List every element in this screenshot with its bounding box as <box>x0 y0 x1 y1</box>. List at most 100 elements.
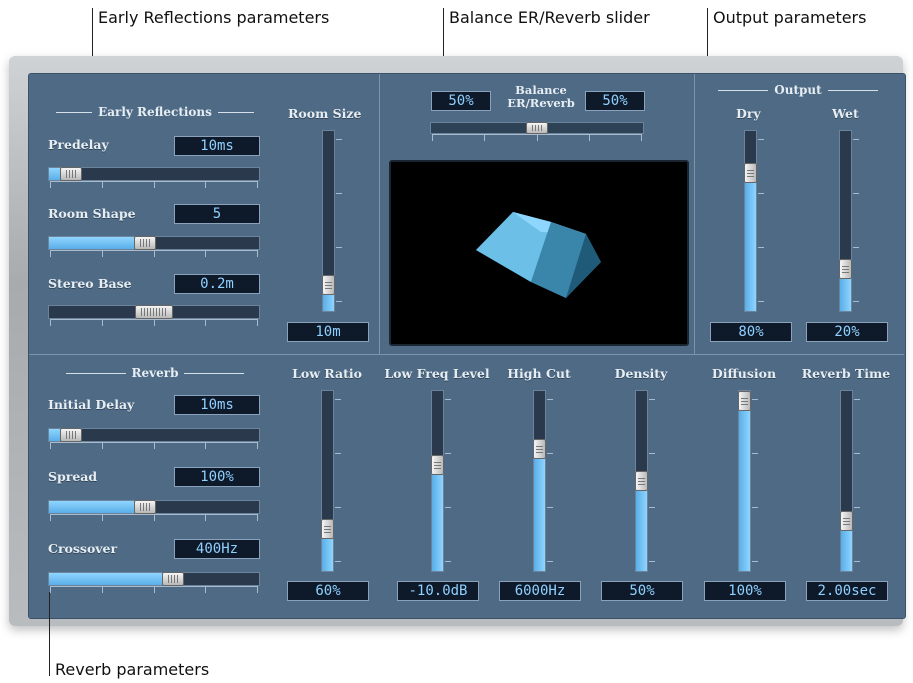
room-shape-ticks <box>50 250 258 257</box>
crossover-label: Crossover <box>48 541 118 556</box>
balance-er-value[interactable]: 50% <box>431 91 491 111</box>
room-shape-slider[interactable] <box>48 236 260 250</box>
slider-tick <box>854 453 860 454</box>
vparam-value[interactable]: 100% <box>704 581 786 601</box>
slider-thumb[interactable] <box>431 455 444 475</box>
slider-tick <box>154 320 155 326</box>
slider-tick <box>758 193 764 194</box>
vparam-value[interactable]: 6000Hz <box>499 581 581 601</box>
slider-tick <box>335 453 341 454</box>
spread-slider[interactable] <box>48 500 260 514</box>
slider-tick <box>205 443 206 449</box>
slider-tick <box>257 587 258 593</box>
balance-slider[interactable] <box>430 122 644 134</box>
vparam-slider[interactable] <box>738 390 751 572</box>
room-size-slider[interactable] <box>322 130 335 312</box>
room-shape-value[interactable]: 5 <box>174 204 260 224</box>
slider-tick <box>854 507 860 508</box>
slider-tick <box>432 135 433 141</box>
slider-tick <box>336 193 342 194</box>
slider-thumb[interactable] <box>526 122 548 134</box>
initial-delay-label: Initial Delay <box>48 397 135 412</box>
dry-value[interactable]: 80% <box>710 322 792 342</box>
slider-tick <box>445 453 451 454</box>
vparam-slider[interactable] <box>533 390 546 572</box>
wet-value[interactable]: 20% <box>806 322 888 342</box>
room-shape-label: Room Shape <box>48 206 136 221</box>
slider-tick <box>649 453 655 454</box>
slider-tick <box>102 515 103 521</box>
dry-slider[interactable] <box>744 130 757 312</box>
slider-thumb[interactable] <box>322 275 335 295</box>
room-size-value[interactable]: 10m <box>287 322 369 342</box>
slider-tick <box>752 507 758 508</box>
slider-tick <box>649 399 655 400</box>
slider-thumb[interactable] <box>60 167 82 181</box>
slider-tick <box>589 135 590 141</box>
predelay-slider[interactable] <box>48 167 260 181</box>
slider-thumb[interactable] <box>744 163 757 183</box>
slider-tick <box>50 443 51 449</box>
slider-thumb[interactable] <box>60 428 82 442</box>
slider-tick <box>257 251 258 257</box>
slider-thumb[interactable] <box>134 500 156 514</box>
slider-tick <box>547 453 553 454</box>
slider-thumb[interactable] <box>839 259 852 279</box>
vparam-value[interactable]: 2.00sec <box>806 581 888 601</box>
slider-tick <box>257 320 258 326</box>
slider-tick <box>154 443 155 449</box>
stereo-base-value[interactable]: 0.2m <box>174 274 260 294</box>
vparam-slider[interactable] <box>431 390 444 572</box>
wet-label: Wet <box>832 106 859 121</box>
slider-tick <box>154 587 155 593</box>
vparam-slider[interactable] <box>321 390 334 572</box>
output-title: Output <box>706 83 890 97</box>
crossover-slider[interactable] <box>48 572 260 586</box>
balance-reverb-value[interactable]: 50% <box>585 91 645 111</box>
callout-reverb: Reverb parameters <box>55 660 210 679</box>
room-shape-display <box>389 160 689 346</box>
slider-thumb[interactable] <box>533 439 546 459</box>
balance-ticks <box>432 134 642 141</box>
initial-delay-value[interactable]: 10ms <box>174 395 260 415</box>
slider-tick <box>758 139 764 140</box>
slider-tick <box>445 399 451 400</box>
slider-thumb[interactable] <box>135 305 173 319</box>
slider-thumb[interactable] <box>162 572 184 586</box>
slider-thumb[interactable] <box>840 511 853 531</box>
slider-tick <box>50 587 51 593</box>
slider-tick <box>336 139 342 140</box>
slider-tick <box>547 399 553 400</box>
vparam-value[interactable]: -10.0dB <box>397 581 479 601</box>
vparam-value[interactable]: 60% <box>287 581 369 601</box>
slider-thumb[interactable] <box>635 471 648 491</box>
balance-label: Balance ER/Reverb <box>507 83 575 110</box>
vparam-slider[interactable] <box>840 390 853 572</box>
slider-tick <box>50 515 51 521</box>
slider-tick <box>758 301 764 302</box>
vparam-label: Density <box>614 366 668 381</box>
slider-tick <box>336 301 342 302</box>
vparam-slider[interactable] <box>635 390 648 572</box>
crossover-ticks <box>50 586 258 593</box>
predelay-value[interactable]: 10ms <box>174 136 260 156</box>
spread-value[interactable]: 100% <box>174 467 260 487</box>
early-reflections-title: Early Reflections <box>40 105 270 119</box>
slider-tick <box>257 443 258 449</box>
predelay-label: Predelay <box>48 137 109 152</box>
crossover-value[interactable]: 400Hz <box>174 539 260 559</box>
initial-delay-slider[interactable] <box>48 428 260 442</box>
slider-tick <box>257 182 258 188</box>
slider-thumb[interactable] <box>134 236 156 250</box>
wet-slider[interactable] <box>839 130 852 312</box>
slider-thumb[interactable] <box>738 391 751 411</box>
initial-delay-ticks <box>50 442 258 449</box>
slider-tick <box>853 139 859 140</box>
vparam-value[interactable]: 50% <box>601 581 683 601</box>
stereo-base-slider[interactable] <box>48 305 260 319</box>
slider-tick <box>102 443 103 449</box>
slider-thumb[interactable] <box>321 519 334 539</box>
room-shape-3d-icon <box>476 212 601 298</box>
slider-tick <box>649 507 655 508</box>
slider-tick <box>547 561 553 562</box>
